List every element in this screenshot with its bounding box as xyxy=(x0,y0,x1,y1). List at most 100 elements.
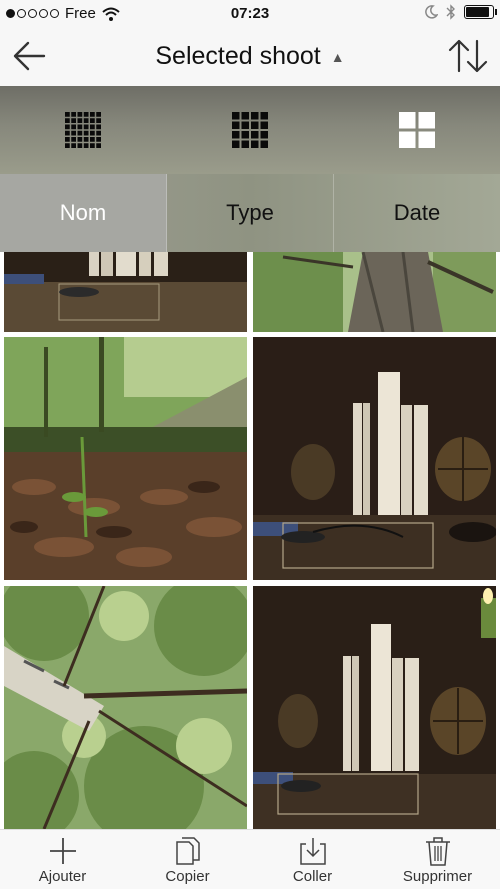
battery-icon xyxy=(464,5,497,19)
grid-cell xyxy=(71,130,77,136)
photo-books-globes-candle-image xyxy=(253,586,496,829)
grid-cell xyxy=(84,118,89,123)
copy-button[interactable]: Copier xyxy=(125,830,250,889)
add-button-label: Ajouter xyxy=(38,868,87,885)
paste-button[interactable]: Coller xyxy=(250,830,375,889)
grid-cell xyxy=(251,121,259,129)
photo-thumbnail[interactable] xyxy=(253,337,496,580)
grid-cell xyxy=(232,121,240,129)
grid-cell xyxy=(241,131,249,139)
grid-cell xyxy=(84,112,89,117)
grid-cell xyxy=(90,112,96,117)
grid-cell xyxy=(90,143,96,148)
grid-cell xyxy=(84,137,89,142)
grid-cell xyxy=(84,143,89,148)
grid-size-small-option[interactable] xyxy=(0,86,167,174)
grid-size-large-option[interactable] xyxy=(333,86,500,174)
photo-forest-floor-image xyxy=(4,337,247,580)
photo-birch-canopy-image xyxy=(4,586,247,829)
grid-cell xyxy=(241,112,249,120)
grid-cell xyxy=(232,112,240,120)
grid-cell xyxy=(241,121,249,129)
grid-cell xyxy=(90,124,96,130)
grid-cell xyxy=(77,124,83,130)
photo-books-shelf-image xyxy=(4,252,247,332)
grid-cell xyxy=(96,118,102,123)
sort-tabs: Nom Type Date xyxy=(0,174,500,252)
grid-cell xyxy=(96,112,102,117)
delete-button[interactable]: Supprimer xyxy=(375,830,500,889)
paste-button-label: Coller xyxy=(292,868,333,885)
grid-cell xyxy=(90,118,96,123)
grid-cell xyxy=(96,137,102,142)
navigation-bar: Selected shoot ▲ xyxy=(0,28,500,86)
grid-cell xyxy=(77,112,83,117)
grid-cell xyxy=(77,137,83,142)
moon-icon xyxy=(425,5,438,19)
page-title: Selected shoot xyxy=(155,42,321,70)
grid-cell xyxy=(96,143,102,148)
add-button[interactable]: Ajouter xyxy=(0,830,125,889)
tab-sort-name[interactable]: Nom xyxy=(0,174,167,252)
page-title-wrapper: Selected shoot ▲ xyxy=(0,42,500,71)
status-right xyxy=(424,4,497,20)
photo-thumbnail[interactable] xyxy=(253,252,496,332)
sort-button[interactable] xyxy=(446,36,490,76)
grid-cell xyxy=(90,130,96,136)
grid-cell xyxy=(84,130,89,136)
grid-cell xyxy=(251,140,259,148)
grid-cell xyxy=(77,130,83,136)
grid-cell xyxy=(90,137,96,142)
album-title-dropdown[interactable]: Selected shoot ▲ xyxy=(155,42,344,71)
tab-sort-type[interactable]: Type xyxy=(167,174,334,252)
grid-cell xyxy=(65,137,71,142)
grid-cell xyxy=(232,131,240,139)
grid-cell xyxy=(77,118,83,123)
photo-thumbnail[interactable] xyxy=(4,586,247,829)
grid-cell xyxy=(418,112,435,129)
grid-size-medium-option[interactable] xyxy=(167,86,334,174)
grid-cell xyxy=(96,130,102,136)
photo-thumbnail[interactable] xyxy=(4,252,247,332)
grid-small-icon xyxy=(65,112,102,148)
photo-grid xyxy=(0,252,500,829)
photo-thumbnail[interactable] xyxy=(253,586,496,829)
grid-cell xyxy=(71,137,77,142)
grid-cell xyxy=(398,131,416,148)
grid-cell xyxy=(71,124,77,130)
plus-icon xyxy=(49,838,76,864)
battery-level xyxy=(466,7,490,17)
grid-cell xyxy=(71,112,77,117)
grid-cell xyxy=(260,131,268,139)
photo-books-globes-image xyxy=(253,337,496,580)
copy-button-label: Copier xyxy=(165,868,210,885)
grid-cell xyxy=(418,131,435,148)
grid-cell xyxy=(71,143,77,148)
paste-icon xyxy=(299,838,326,865)
photo-thumbnail[interactable] xyxy=(4,337,247,580)
grid-cell xyxy=(65,124,71,130)
tab-sort-date[interactable]: Date xyxy=(334,174,500,252)
grid-cell xyxy=(65,143,71,148)
grid-cell xyxy=(251,131,259,139)
grid-cell xyxy=(260,140,268,148)
grid-medium-icon xyxy=(232,112,268,148)
grid-cell xyxy=(65,112,71,117)
bluetooth-icon xyxy=(446,4,455,20)
photo-tree-trunk-image xyxy=(253,252,496,332)
caret-up-icon: ▲ xyxy=(330,48,345,65)
grid-cell xyxy=(96,124,102,130)
grid-cell xyxy=(84,124,89,130)
grid-cell xyxy=(260,121,268,129)
grid-cell xyxy=(260,112,268,120)
grid-cell xyxy=(65,118,71,123)
trash-icon xyxy=(425,837,450,866)
copy-icon xyxy=(175,837,200,865)
grid-cell xyxy=(398,112,416,129)
grid-cell xyxy=(77,143,83,148)
bottom-toolbar: Ajouter Copier Coller Supprimer xyxy=(0,829,500,889)
grid-cell xyxy=(241,140,249,148)
grid-cell xyxy=(232,140,240,148)
grid-cell xyxy=(251,112,259,120)
grid-cell xyxy=(65,130,71,136)
